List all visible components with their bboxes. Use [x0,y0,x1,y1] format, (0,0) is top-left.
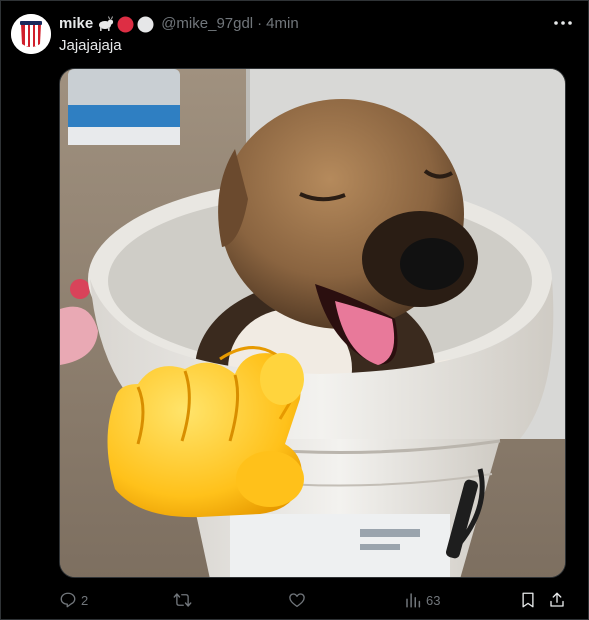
timestamp[interactable]: 4min [266,14,299,34]
reply-icon [60,592,76,608]
repost-button[interactable] [173,588,196,612]
display-name[interactable]: mike [59,14,93,34]
share-icon [550,592,564,607]
like-button[interactable] [288,588,310,612]
red-circle-icon [117,16,134,33]
more-options-button[interactable] [552,13,574,33]
tweet-image[interactable] [59,68,566,578]
heart-icon [289,593,305,608]
bookmark-button[interactable] [519,588,537,612]
repost-icon [173,593,192,607]
tweet-text: Jajajajaja [59,37,122,54]
share-button[interactable] [548,588,566,612]
views-chart-icon [406,593,421,608]
goat-icon [96,16,114,32]
user-handle[interactable]: @mike_97gdl [161,14,253,34]
tweet-card[interactable]: mike @mike_97gdl · 4min Jajajajaja 2 63 [0,0,589,620]
reply-count: 2 [81,592,89,608]
tweet-header: mike @mike_97gdl · 4min [59,14,578,34]
puppy-in-bucket-image [60,69,565,577]
views-button[interactable]: 63 [404,588,440,612]
views-count: 63 [426,592,441,608]
avatar[interactable] [11,14,51,54]
avatar-team-crest-icon [11,14,51,54]
more-dots-icon [554,21,572,25]
bookmark-icon [522,592,534,608]
action-bar: 2 63 [59,588,570,612]
white-circle-icon [137,16,154,33]
separator-dot: · [257,15,263,32]
reply-button[interactable]: 2 [59,588,88,612]
